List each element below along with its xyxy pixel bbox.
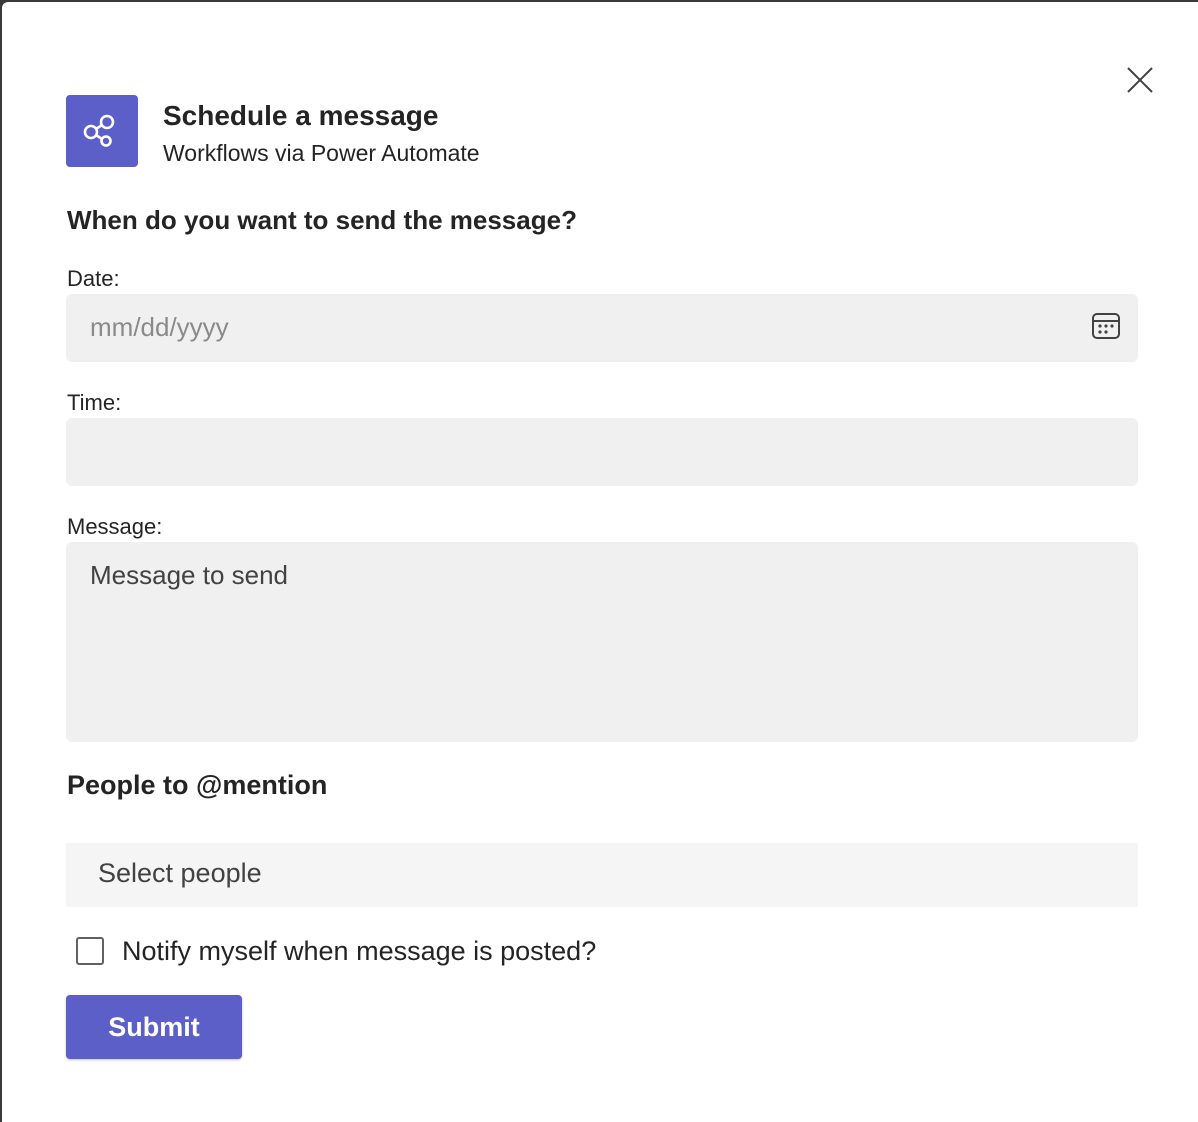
people-placeholder: Select people	[98, 858, 262, 888]
time-label: Time:	[67, 390, 122, 415]
people-picker[interactable]: Select people	[66, 843, 1138, 907]
form-question: When do you want to send the message?	[67, 205, 577, 235]
dialog-title: Schedule a message	[163, 100, 439, 131]
dialog-subtitle: Workflows via Power Automate	[163, 140, 480, 166]
message-label: Message:	[67, 514, 163, 539]
close-icon	[1127, 67, 1153, 93]
calendar-icon[interactable]	[1090, 310, 1122, 342]
date-label: Date:	[67, 266, 120, 291]
app-icon	[66, 95, 138, 167]
share-nodes-icon	[83, 114, 115, 147]
date-placeholder: mm/dd/yyyy	[90, 312, 229, 342]
message-placeholder: Message to send	[90, 560, 289, 590]
schedule-message-dialog: Schedule a message Workflows via Power A…	[2, 2, 1198, 1122]
date-input[interactable]: mm/dd/yyyy	[66, 294, 1138, 362]
time-input[interactable]	[66, 418, 1138, 486]
mention-heading: People to @mention	[67, 770, 328, 800]
submit-button[interactable]: Submit	[66, 995, 242, 1059]
notify-checkbox[interactable]	[76, 937, 104, 965]
notify-checkbox-label[interactable]: Notify myself when message is posted?	[122, 936, 596, 967]
message-textarea[interactable]: Message to send	[66, 542, 1138, 742]
close-button[interactable]	[1122, 62, 1158, 98]
